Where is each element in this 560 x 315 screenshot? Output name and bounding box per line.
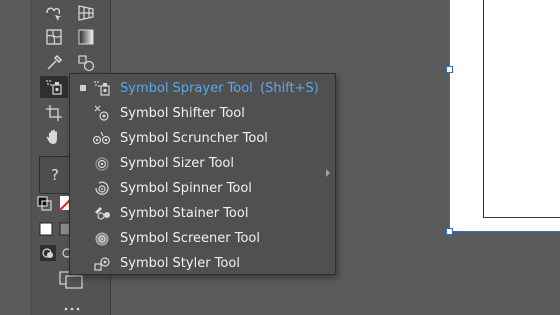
symbol-screener-icon: [95, 232, 109, 246]
symbol-sprayer-tool[interactable]: [40, 76, 68, 98]
shape-builder-icon: [46, 7, 62, 21]
menu-item-label: Symbol Sprayer Tool: [120, 80, 253, 96]
eyedropper-icon: [47, 54, 63, 70]
mesh-icon: [46, 29, 62, 45]
perspective-grid-icon: [78, 5, 94, 21]
more-icon: [64, 307, 80, 311]
blend-tool[interactable]: [74, 52, 98, 74]
artboard-icon: [46, 105, 62, 121]
menu-item-label: Symbol Styler Tool: [120, 255, 240, 271]
edit-toolbar[interactable]: [58, 302, 86, 314]
menu-item-label: Symbol Screener Tool: [120, 230, 260, 246]
symbol-scruncher-icon: [92, 131, 111, 145]
menu-item-symbol-stainer[interactable]: Symbol Stainer Tool: [70, 201, 335, 225]
tear-off-arrow-icon[interactable]: [326, 169, 330, 177]
eyedropper-tool[interactable]: [42, 52, 66, 74]
symbol-spinner-icon: [95, 181, 109, 195]
help-label: ?: [51, 166, 59, 184]
artboard-tool[interactable]: [42, 102, 66, 124]
menu-item-label: Symbol Scruncher Tool: [120, 130, 268, 146]
symbol-stainer-icon: [95, 207, 110, 220]
selected-indicator: [80, 85, 86, 91]
menu-item-symbol-styler[interactable]: Symbol Styler Tool: [70, 251, 335, 275]
menu-item-label: Symbol Spinner Tool: [120, 180, 252, 196]
shape-builder-tool[interactable]: [42, 2, 66, 24]
symbol-sizer-icon: [95, 157, 109, 171]
artwork-frame[interactable]: [483, 0, 560, 218]
menu-item-symbol-scruncher[interactable]: Symbol Scruncher Tool: [70, 126, 335, 150]
hand-icon: [46, 129, 57, 144]
symbol-shifter-icon: [94, 105, 109, 121]
menu-item-label: Symbol Sizer Tool: [120, 155, 234, 171]
symbol-sprayer-icon: [94, 81, 110, 96]
symbol-tools-flyout: Symbol Sprayer Tool (Shift+S) Symbol Shi…: [69, 73, 336, 275]
symbol-sprayer-icon: [46, 80, 62, 95]
menu-item-symbol-spinner[interactable]: Symbol Spinner Tool: [70, 176, 335, 200]
menu-item-symbol-shifter[interactable]: Symbol Shifter Tool: [70, 101, 335, 125]
mesh-tool[interactable]: [42, 26, 66, 48]
menu-item-symbol-sprayer[interactable]: Symbol Sprayer Tool (Shift+S): [70, 76, 335, 100]
help-box[interactable]: ?: [39, 156, 71, 194]
gradient-icon: [78, 29, 94, 45]
hand-tool[interactable]: [42, 126, 66, 148]
symbol-styler-icon: [94, 257, 110, 271]
selection-handle-left[interactable]: [446, 66, 453, 73]
menu-item-symbol-sizer[interactable]: Symbol Sizer Tool: [70, 151, 335, 175]
blend-icon: [78, 55, 95, 72]
perspective-grid-tool[interactable]: [74, 2, 98, 24]
menu-item-label: Symbol Shifter Tool: [120, 105, 245, 121]
menu-item-shortcut: (Shift+S): [260, 80, 319, 96]
menu-item-symbol-screener[interactable]: Symbol Screener Tool: [70, 226, 335, 250]
gradient-tool[interactable]: [74, 26, 98, 48]
selection-handle-bottom-left[interactable]: [446, 228, 453, 235]
menu-item-label: Symbol Stainer Tool: [120, 205, 249, 221]
